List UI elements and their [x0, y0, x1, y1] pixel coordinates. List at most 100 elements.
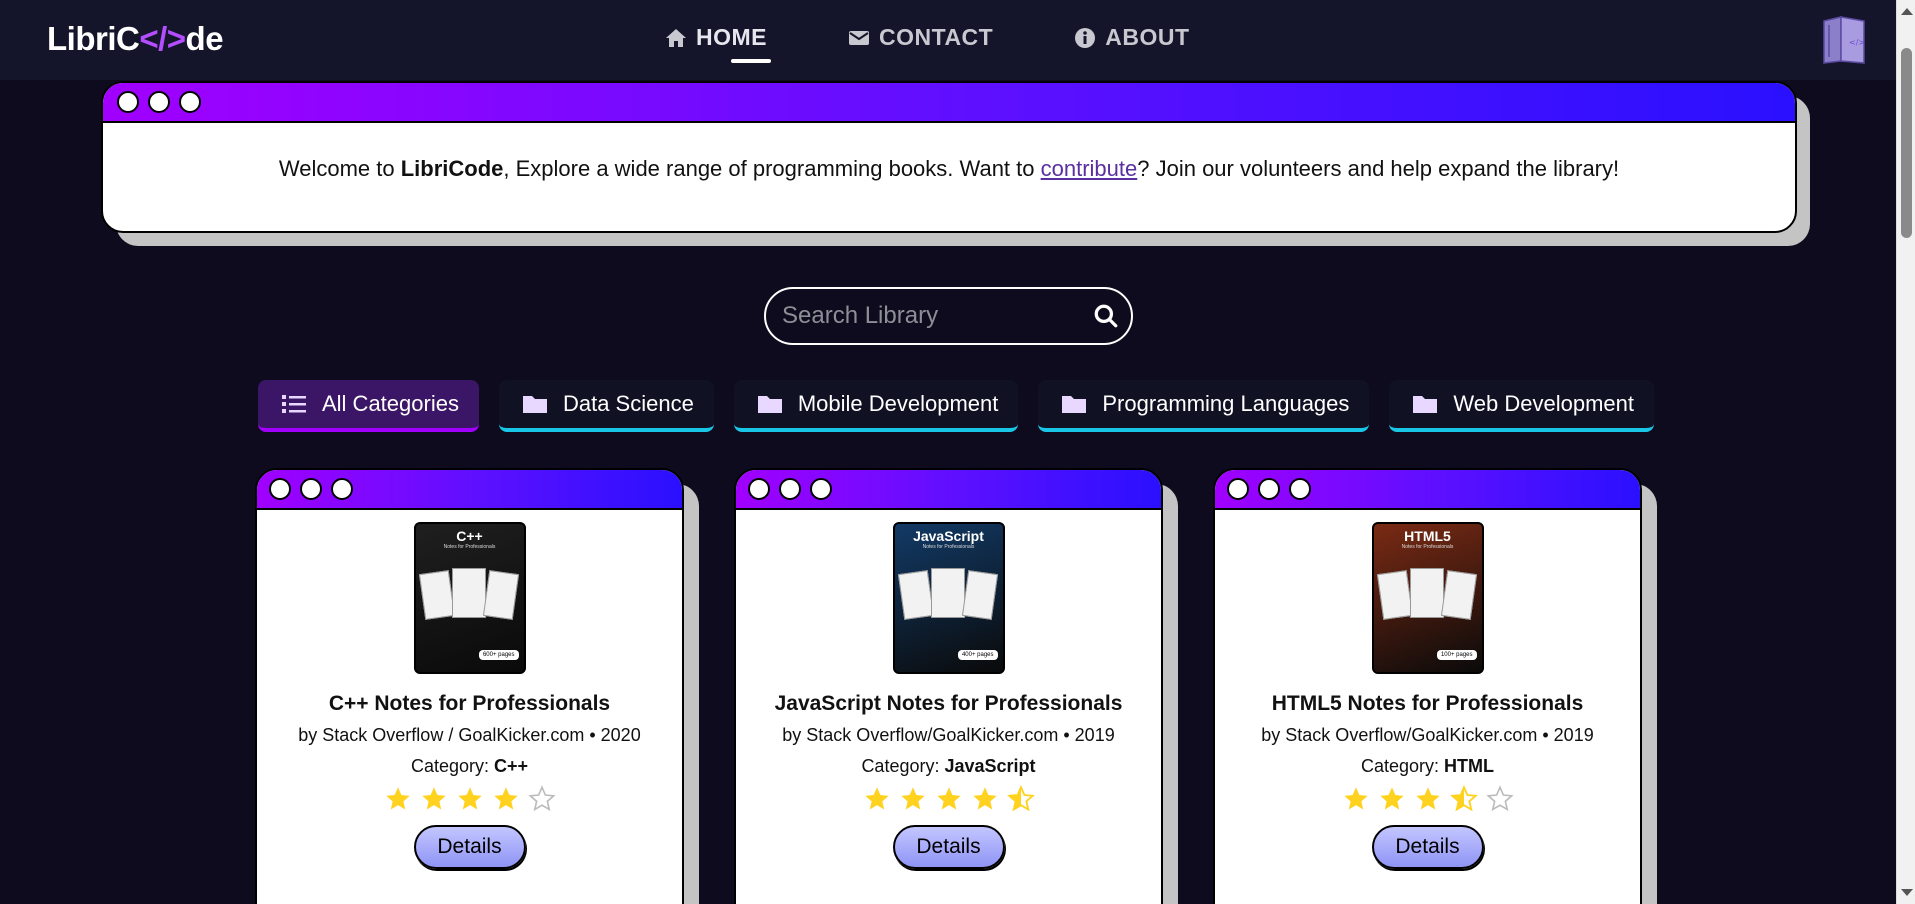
nav-home-label: HOME [696, 24, 767, 50]
cover-page-graphic [1409, 568, 1444, 618]
star-half-icon [1006, 785, 1035, 812]
category-mobile-development[interactable]: Mobile Development [733, 380, 1019, 432]
scroll-up-icon[interactable] [1901, 8, 1913, 15]
book-card-body: JavaScript Notes for Professionals 400+ … [736, 522, 1161, 869]
book-category-value: JavaScript [944, 756, 1036, 776]
star-full-icon [385, 787, 410, 810]
book-category: Category: JavaScript [736, 756, 1161, 777]
logo-suffix: de [185, 20, 224, 57]
scroll-down-icon[interactable] [1901, 889, 1913, 896]
star-full-icon [1343, 787, 1368, 810]
details-button[interactable]: Details [892, 825, 1005, 869]
scroll-thumb[interactable] [1901, 48, 1912, 238]
book-card-bar [1215, 470, 1640, 510]
nav-about-label: ABOUT [1105, 24, 1190, 50]
cover-page-graphic [451, 568, 486, 618]
cover-page-graphic [897, 570, 934, 620]
book-title: C++ Notes for Professionals [328, 692, 611, 715]
category-programming-languages-label: Programming Languages [1102, 391, 1350, 416]
rating-stars [736, 785, 1161, 813]
book-card-bar [257, 470, 682, 510]
svg-text:</>: </> [1849, 38, 1865, 47]
cover-page-graphic [961, 570, 998, 620]
welcome-brand: LibriCode [400, 156, 504, 181]
category-mobile-development-label: Mobile Development [797, 391, 999, 416]
nav-about[interactable]: ABOUT [1073, 24, 1189, 51]
star-full-icon [900, 787, 925, 810]
category-all[interactable]: All Categories [258, 380, 479, 432]
star-full-icon [1379, 787, 1404, 810]
cover-subtitle: Notes for Professionals [1401, 544, 1454, 550]
book-title: JavaScript Notes for Professionals [774, 692, 1123, 715]
welcome-message: Welcome to LibriCode, Explore a wide ran… [103, 123, 1795, 182]
folder-icon [757, 396, 782, 413]
logo-prefix: LibriC [47, 20, 140, 57]
book-cover[interactable]: HTML5 Notes for Professionals 100+ pages [1371, 522, 1484, 674]
book-category-label: Category: [861, 756, 945, 776]
book-cover[interactable]: C++ Notes for Professionals 600+ pages [413, 522, 526, 674]
book-category: Category: C++ [257, 756, 682, 777]
window-dot-1 [269, 478, 291, 500]
book-cover[interactable]: JavaScript Notes for Professionals 400+ … [892, 522, 1005, 674]
star-full-icon [936, 787, 961, 810]
welcome-window: Welcome to LibriCode, Explore a wide ran… [101, 81, 1797, 233]
cover-title: HTML5 [1404, 528, 1451, 544]
welcome-mid: , Explore a wide range of programming bo… [503, 156, 1041, 181]
search-icon[interactable] [1093, 303, 1119, 329]
list-icon [282, 395, 306, 413]
folder-icon [522, 396, 547, 413]
window-dot-3 [179, 91, 201, 113]
nav-contact[interactable]: CONTACT [847, 24, 993, 51]
book-title: HTML5 Notes for Professionals [1271, 692, 1584, 715]
star-full-icon [421, 787, 446, 810]
book-category-label: Category: [1360, 756, 1445, 776]
window-dot-3 [331, 478, 353, 500]
nav-home[interactable]: HOME [664, 24, 771, 63]
book-meta: by Stack Overflow/GoalKicker.com • 2019 [1261, 725, 1594, 745]
star-full-icon [972, 787, 997, 810]
cover-subtitle: Notes for Professionals [922, 544, 975, 550]
cover-title: JavaScript [913, 528, 984, 544]
cover-subtitle: Notes for Professionals [443, 544, 496, 550]
star-full-icon [1415, 787, 1440, 810]
cover-title: C++ [456, 528, 483, 544]
cover-page-graphic [930, 568, 965, 618]
book-card-body: C++ Notes for Professionals 600+ pages C… [257, 522, 682, 869]
book-logo-icon[interactable]: </> [1821, 15, 1867, 65]
navbar: LibriC</>de HOME CONTACT ABOUT </> [0, 0, 1896, 80]
contribute-link[interactable]: contribute [1041, 156, 1138, 181]
scrollbar[interactable] [1896, 0, 1915, 904]
star-full-icon [493, 787, 518, 810]
star-half-icon [1449, 785, 1478, 812]
cover-page-graphic [1376, 570, 1413, 620]
book-category-value: HTML [1444, 756, 1495, 776]
category-programming-languages[interactable]: Programming Languages [1038, 380, 1370, 432]
book-card-body: HTML5 Notes for Professionals 100+ pages… [1215, 522, 1640, 869]
window-dot-2 [1258, 478, 1280, 500]
logo[interactable]: LibriC</>de [47, 20, 224, 58]
home-icon [666, 28, 686, 47]
window-dot-1 [748, 478, 770, 500]
rating-stars [257, 785, 682, 813]
details-button[interactable]: Details [413, 825, 526, 869]
category-data-science[interactable]: Data Science [498, 380, 714, 432]
window-dot-3 [1289, 478, 1311, 500]
window-dot-1 [117, 91, 139, 113]
cover-page-graphic [418, 570, 455, 620]
category-filters: All Categories Data Science Mobile Devel… [258, 380, 1654, 432]
book-category: Category: HTML [1215, 756, 1640, 777]
window-dot-3 [810, 478, 832, 500]
cover-pages-badge: 600+ pages [478, 650, 519, 660]
details-button[interactable]: Details [1371, 825, 1484, 869]
window-dot-2 [779, 478, 801, 500]
cover-page-graphic [482, 570, 519, 620]
star-empty-icon [527, 785, 556, 812]
cover-pages-badge: 100+ pages [1436, 650, 1477, 660]
search-input[interactable] [782, 302, 1082, 330]
folder-icon [1413, 396, 1438, 413]
cover-pages-badge: 400+ pages [957, 650, 998, 660]
category-data-science-label: Data Science [562, 391, 694, 416]
category-web-development[interactable]: Web Development [1389, 380, 1654, 432]
logo-code: </> [139, 20, 186, 57]
star-empty-icon [1485, 785, 1514, 812]
